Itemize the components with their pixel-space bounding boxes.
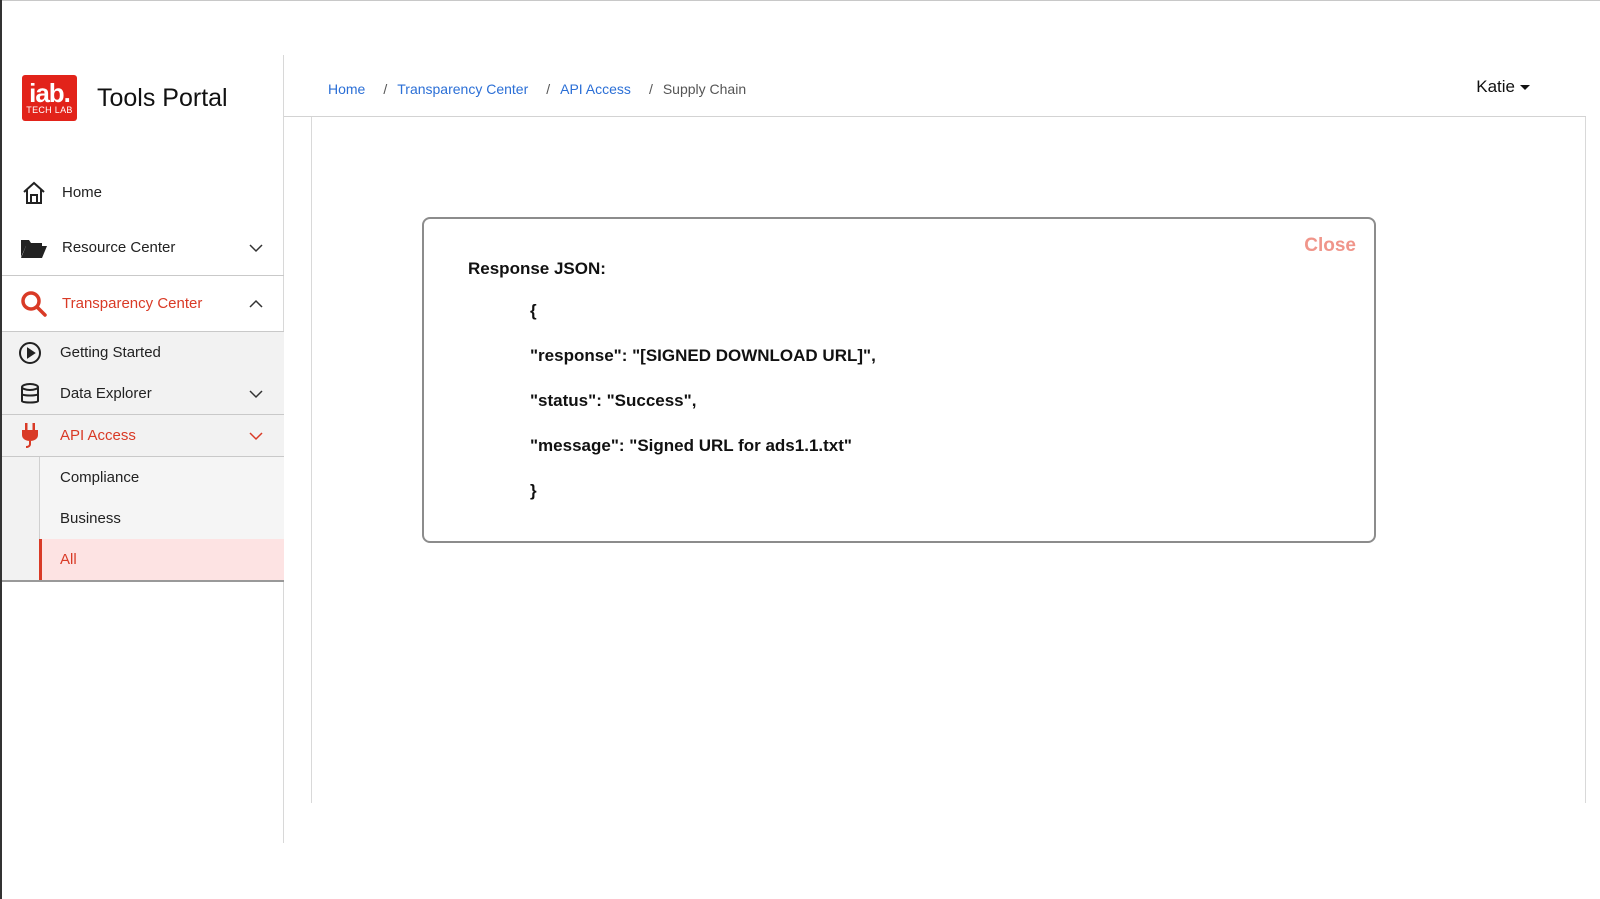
sidebar-item-business[interactable]: Business xyxy=(39,498,284,539)
plug-icon xyxy=(18,422,42,448)
search-icon xyxy=(20,290,48,318)
chevron-up-icon[interactable] xyxy=(248,296,264,312)
user-name: Katie xyxy=(1476,77,1515,96)
sidebar-item-transparency-center[interactable]: Transparency Center xyxy=(2,276,284,331)
api-access-submenu: Compliance Business All xyxy=(2,456,284,582)
sidebar-item-compliance[interactable]: Compliance xyxy=(39,457,284,498)
sidebar-item-home[interactable]: Home xyxy=(2,165,284,220)
folder-open-icon xyxy=(20,234,48,262)
response-json-modal: Close Response JSON: { "response": "[SIG… xyxy=(422,217,1376,543)
sidebar-item-getting-started[interactable]: Getting Started xyxy=(2,332,284,373)
breadcrumb: Home / Transparency Center / API Access … xyxy=(328,81,746,97)
breadcrumb-separator: / xyxy=(383,81,388,97)
breadcrumb-transparency-center[interactable]: Transparency Center xyxy=(397,81,528,97)
json-line: "status": "Success", xyxy=(530,391,697,410)
breadcrumb-separator: / xyxy=(648,81,653,97)
home-icon xyxy=(20,179,48,207)
sidebar-item-data-explorer[interactable]: Data Explorer xyxy=(2,373,284,414)
sidebar-item-label: API Access xyxy=(60,427,136,444)
brand[interactable]: iab. TECH LAB Tools Portal xyxy=(22,75,228,121)
json-line: { xyxy=(530,301,537,320)
window-top-border xyxy=(0,0,1600,1)
sidebar: iab. TECH LAB Tools Portal Home Resource… xyxy=(2,55,284,843)
sidebar-item-label: Home xyxy=(62,184,103,201)
json-body: { "response": "[SIGNED DOWNLOAD URL]", "… xyxy=(530,301,876,526)
play-circle-icon xyxy=(18,341,42,365)
breadcrumb-separator: / xyxy=(546,81,551,97)
sidebar-item-label: Transparency Center xyxy=(62,295,203,312)
sidebar-nav: Home Resource Center Transparency Center… xyxy=(2,165,284,582)
sidebar-item-api-access[interactable]: API Access xyxy=(2,415,284,456)
database-icon xyxy=(18,382,42,406)
breadcrumb-home[interactable]: Home xyxy=(328,81,365,97)
chevron-down-icon[interactable] xyxy=(248,428,264,444)
chevron-down-icon[interactable] xyxy=(248,240,264,256)
json-line: } xyxy=(530,481,537,500)
sidebar-item-all[interactable]: All xyxy=(39,539,284,580)
breadcrumb-current: Supply Chain xyxy=(662,81,747,97)
caret-down-icon xyxy=(1520,84,1530,90)
close-button[interactable]: Close xyxy=(1304,235,1356,257)
chevron-down-icon[interactable] xyxy=(248,386,264,402)
sidebar-item-resource-center[interactable]: Resource Center xyxy=(2,220,284,275)
sidebar-item-label: Data Explorer xyxy=(60,385,152,402)
iab-logo: iab. TECH LAB xyxy=(22,75,77,121)
transparency-submenu: Getting Started Data Explorer API Access… xyxy=(2,331,284,582)
json-line: "message": "Signed URL for ads1.1.txt" xyxy=(530,436,852,455)
breadcrumb-api-access[interactable]: API Access xyxy=(560,81,631,97)
top-header: Home / Transparency Center / API Access … xyxy=(284,55,1600,117)
sidebar-item-label: Resource Center xyxy=(62,239,176,256)
app-title: Tools Portal xyxy=(97,83,228,112)
sidebar-item-label: Getting Started xyxy=(60,344,161,361)
user-menu[interactable]: Katie xyxy=(1476,77,1530,97)
modal-title: Response JSON: xyxy=(468,259,606,278)
json-line: "response": "[SIGNED DOWNLOAD URL]", xyxy=(530,346,876,365)
